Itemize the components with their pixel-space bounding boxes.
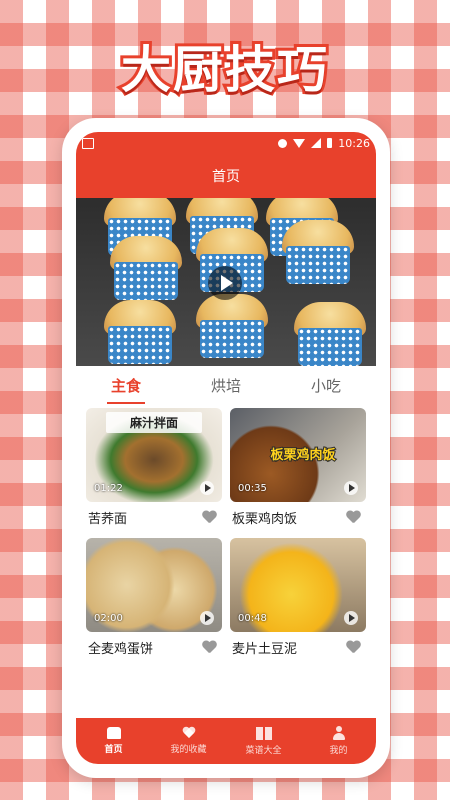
image-notification-icon	[82, 137, 94, 149]
tab-staple[interactable]: 主食	[105, 371, 147, 404]
recipe-title[interactable]: 苦荞面	[88, 508, 127, 527]
recipe-thumbnail[interactable]: 板栗鸡肉饭 00:35	[230, 408, 366, 502]
cupcake-image	[110, 236, 182, 300]
status-icons: 10:26	[278, 137, 370, 150]
play-icon[interactable]	[200, 481, 214, 495]
video-duration: 02:00	[94, 613, 123, 624]
dnd-icon	[278, 138, 288, 148]
thumbnail-banner: 板栗鸡肉饭	[269, 447, 336, 464]
wifi-icon	[293, 138, 306, 148]
recipe-card[interactable]: 板栗鸡肉饭 00:35 板栗鸡肉饭	[230, 408, 366, 532]
recipe-title[interactable]: 麦片土豆泥	[232, 638, 297, 657]
recipe-thumbnail[interactable]: 麻汁拌面 01:22	[86, 408, 222, 502]
thumbnail-caption: 麻汁拌面	[106, 412, 202, 433]
book-icon	[255, 726, 272, 740]
page-title: 首页	[212, 169, 240, 185]
play-icon[interactable]	[344, 611, 358, 625]
recipe-grid: 麻汁拌面 01:22 苦荞面 板栗鸡肉饭 00:35 板栗鸡肉饭 02:00 全…	[76, 404, 376, 662]
signal-icon	[311, 138, 322, 148]
nav-recipes[interactable]: 菜谱大全	[234, 726, 294, 756]
recipe-title[interactable]: 全麦鸡蛋饼	[88, 638, 153, 657]
favorite-heart-icon[interactable]	[202, 641, 216, 654]
cupcake-image	[104, 300, 176, 364]
video-duration: 00:35	[238, 483, 267, 494]
bottom-navigation: 首页 我的收藏 菜谱大全 我的	[76, 718, 376, 764]
recipe-thumbnail[interactable]: 02:00	[86, 538, 222, 632]
favorite-heart-icon[interactable]	[346, 641, 360, 654]
user-icon	[332, 726, 346, 740]
video-duration: 00:48	[238, 613, 267, 624]
nav-label: 首页	[104, 745, 123, 755]
nav-label: 菜谱大全	[245, 745, 282, 756]
tab-baking[interactable]: 烘培	[205, 371, 247, 400]
nav-profile[interactable]: 我的	[309, 726, 369, 756]
recipe-card[interactable]: 02:00 全麦鸡蛋饼	[86, 538, 222, 662]
recipe-card[interactable]: 麻汁拌面 01:22 苦荞面	[86, 408, 222, 532]
nav-home[interactable]: 首页	[84, 727, 144, 755]
nav-label: 我的	[329, 746, 348, 756]
play-icon[interactable]	[200, 611, 214, 625]
heart-icon	[182, 727, 196, 739]
play-icon[interactable]	[208, 266, 242, 300]
cupcake-image	[294, 302, 366, 366]
recipe-title[interactable]: 板栗鸡肉饭	[232, 508, 297, 527]
promo-title: 大厨技巧	[118, 38, 330, 102]
cupcake-image	[282, 220, 354, 284]
recipe-thumbnail[interactable]: 00:48	[230, 538, 366, 632]
recipe-card[interactable]: 00:48 麦片土豆泥	[230, 538, 366, 662]
home-icon	[106, 727, 121, 739]
video-duration: 01:22	[94, 483, 123, 494]
phone-frame: 10:26 首页 主食 烘培 小吃 麻汁拌面 01:22 苦荞面 板栗鸡肉饭 0…	[62, 118, 390, 778]
battery-icon	[327, 138, 333, 148]
app-screen: 10:26 首页 主食 烘培 小吃 麻汁拌面 01:22 苦荞面 板栗鸡肉饭 0…	[76, 132, 376, 764]
app-header: 首页	[76, 154, 376, 198]
favorite-heart-icon[interactable]	[202, 511, 216, 524]
play-icon[interactable]	[344, 481, 358, 495]
category-tabs: 主食 烘培 小吃	[76, 366, 376, 404]
status-time: 10:26	[338, 136, 370, 150]
video-banner[interactable]	[76, 198, 376, 366]
nav-favorites[interactable]: 我的收藏	[159, 727, 219, 755]
status-bar: 10:26	[76, 132, 376, 154]
nav-label: 我的收藏	[170, 745, 207, 755]
cupcake-image	[196, 294, 268, 358]
tab-snacks[interactable]: 小吃	[305, 371, 347, 400]
favorite-heart-icon[interactable]	[346, 511, 360, 524]
